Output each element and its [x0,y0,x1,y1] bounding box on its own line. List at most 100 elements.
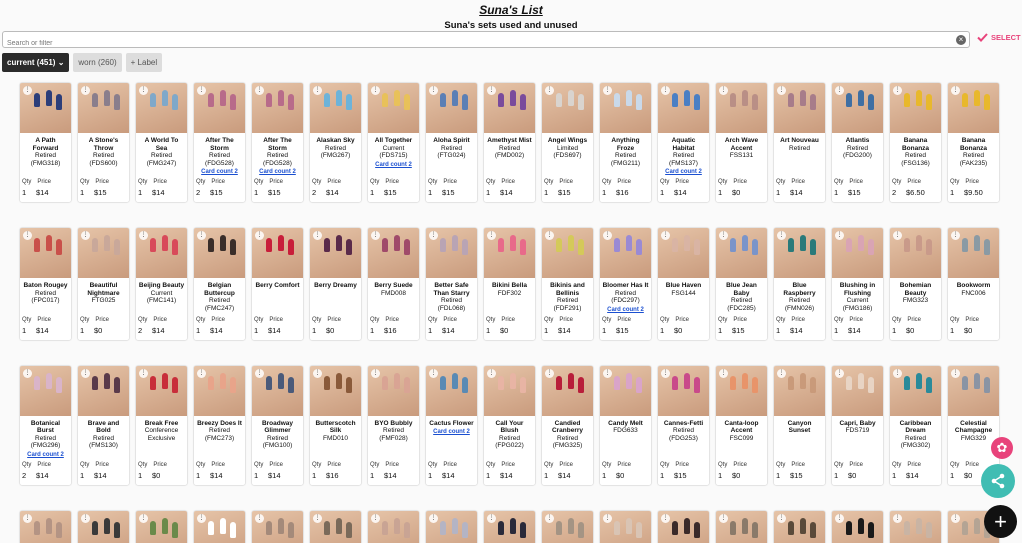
more-vert-icon[interactable]: ⋮ [487,231,496,240]
more-vert-icon[interactable]: ⋮ [835,231,844,240]
nail-set-card[interactable]: ⋮ Canta-loop Accent FSC099 Qty Price 1 $0 [716,365,767,485]
price-value[interactable]: $0 [152,471,160,480]
more-vert-icon[interactable]: ⋮ [487,86,496,95]
nail-set-card[interactable]: ⋮ [252,510,303,543]
close-circle-icon[interactable]: × [956,35,966,45]
more-vert-icon[interactable]: ⋮ [197,231,206,240]
more-vert-icon[interactable]: ⋮ [661,231,670,240]
nail-set-card[interactable]: ⋮ Arch Wave Accent FSS131 Qty Price 1 $0 [716,83,767,202]
more-vert-icon[interactable]: ⋮ [951,368,960,378]
nail-set-card[interactable]: ⋮ Candy Melt FDG633 Qty Price 1 $0 [600,365,651,485]
nail-photo[interactable]: ⋮ [948,365,999,416]
nail-set-card[interactable]: ⋮ Canyon Sunset Qty Price 1 $15 [774,365,825,485]
more-vert-icon[interactable]: ⋮ [603,513,612,523]
more-vert-icon[interactable]: ⋮ [81,513,90,523]
nail-set-card[interactable]: ⋮ Banana Bonanza Retired (FSG136) Qty Price … [890,83,941,202]
nail-photo[interactable]: ⋮ [948,83,999,133]
qty-value[interactable]: 2 [138,326,146,335]
nail-set-card[interactable]: ⋮ Berry Suede FMD008 Qty Price 1 $16 [368,228,419,340]
more-vert-icon[interactable]: ⋮ [545,368,554,378]
qty-value[interactable]: 1 [486,471,494,480]
qty-value[interactable]: 1 [428,326,436,335]
more-vert-icon[interactable]: ⋮ [603,86,612,95]
nail-set-card[interactable]: ⋮ Caribbean Dream Retired (FMG302) Qty Price… [890,365,941,485]
more-vert-icon[interactable]: ⋮ [893,513,902,523]
nail-set-card[interactable]: ⋮ Aquatic Habitat Retired (FMS137) Card coun… [658,83,709,202]
nail-photo[interactable]: ⋮ [542,510,593,543]
more-vert-icon[interactable]: ⋮ [777,86,786,95]
nail-photo[interactable]: ⋮ [890,365,941,416]
more-vert-icon[interactable]: ⋮ [23,231,32,240]
qty-value[interactable]: 1 [370,188,378,197]
nail-set-card[interactable]: ⋮ Call Your Blush Retired (FPG022) Qty Price… [484,365,535,485]
qty-value[interactable]: 1 [80,326,88,335]
more-vert-icon[interactable]: ⋮ [23,513,32,523]
more-vert-icon[interactable]: ⋮ [139,513,148,523]
nail-photo[interactable]: ⋮ [252,83,303,133]
nail-photo[interactable]: ⋮ [78,510,129,543]
nail-set-card[interactable]: ⋮ [484,510,535,543]
more-vert-icon[interactable]: ⋮ [777,368,786,378]
qty-value[interactable]: 1 [254,188,262,197]
more-vert-icon[interactable]: ⋮ [313,513,322,523]
nail-photo[interactable]: ⋮ [890,83,941,133]
price-value[interactable]: $0 [94,326,102,335]
search-input[interactable] [3,37,943,50]
qty-value[interactable]: 2 [22,471,30,480]
more-vert-icon[interactable]: ⋮ [951,86,960,95]
more-vert-icon[interactable]: ⋮ [139,231,148,240]
nail-photo[interactable]: ⋮ [136,510,187,543]
nail-set-card[interactable]: ⋮ Breezy Does It Retired (FMC273) Qty Price … [194,365,245,485]
nail-photo[interactable]: ⋮ [194,228,245,278]
more-vert-icon[interactable]: ⋮ [313,368,322,378]
nail-set-card[interactable]: ⋮ [136,510,187,543]
nail-photo[interactable]: ⋮ [484,228,535,278]
price-value[interactable]: $14 [906,471,919,480]
more-vert-icon[interactable]: ⋮ [23,368,32,378]
nail-set-card[interactable]: ⋮ Blushing in Flushing Current (FMG186) Qty… [832,228,883,340]
price-value[interactable]: $14 [268,471,281,480]
more-vert-icon[interactable]: ⋮ [139,86,148,95]
qty-value[interactable]: 1 [776,188,784,197]
price-value[interactable]: $14 [36,326,49,335]
price-value[interactable]: $14 [500,188,513,197]
nail-set-card[interactable]: ⋮ Blue Jean Baby Retired (FDC285) Qty Price … [716,228,767,340]
nail-photo[interactable]: ⋮ [716,365,767,416]
price-value[interactable]: $14 [94,471,107,480]
more-vert-icon[interactable]: ⋮ [313,231,322,240]
more-vert-icon[interactable]: ⋮ [661,368,670,378]
settings-button[interactable]: ✿ [991,437,1013,459]
nail-photo[interactable]: ⋮ [310,510,361,543]
nail-photo[interactable]: ⋮ [890,228,941,278]
price-value[interactable]: $0 [732,471,740,480]
price-value[interactable]: $0 [848,471,856,480]
nail-photo[interactable]: ⋮ [774,228,825,278]
more-vert-icon[interactable]: ⋮ [545,86,554,95]
nail-photo[interactable]: ⋮ [600,365,651,416]
price-value[interactable]: $14 [674,188,687,197]
more-vert-icon[interactable]: ⋮ [661,513,670,523]
qty-value[interactable]: 1 [892,326,900,335]
qty-value[interactable]: 1 [196,471,204,480]
nail-photo[interactable]: ⋮ [20,83,71,133]
more-vert-icon[interactable]: ⋮ [545,513,554,523]
price-value[interactable]: $14 [152,188,165,197]
price-value[interactable]: $14 [326,188,339,197]
more-vert-icon[interactable]: ⋮ [777,231,786,240]
qty-value[interactable]: 1 [776,326,784,335]
qty-value[interactable]: 1 [834,326,842,335]
price-value[interactable]: $0 [616,471,624,480]
qty-value[interactable]: 1 [718,188,726,197]
more-vert-icon[interactable]: ⋮ [197,513,206,523]
nail-photo[interactable]: ⋮ [600,228,651,278]
nail-photo[interactable]: ⋮ [194,510,245,543]
card-count-link[interactable]: Card count 2 [375,162,412,168]
price-value[interactable]: $14 [36,188,49,197]
nail-photo[interactable]: ⋮ [774,365,825,416]
more-vert-icon[interactable]: ⋮ [313,86,322,95]
price-value[interactable]: $14 [442,326,455,335]
nail-photo[interactable]: ⋮ [310,228,361,278]
nail-photo[interactable]: ⋮ [600,510,651,543]
nail-photo[interactable]: ⋮ [716,228,767,278]
nail-set-card[interactable]: ⋮ Angel Wings Limited (FDS697) Qty Price 1 $1… [542,83,593,202]
